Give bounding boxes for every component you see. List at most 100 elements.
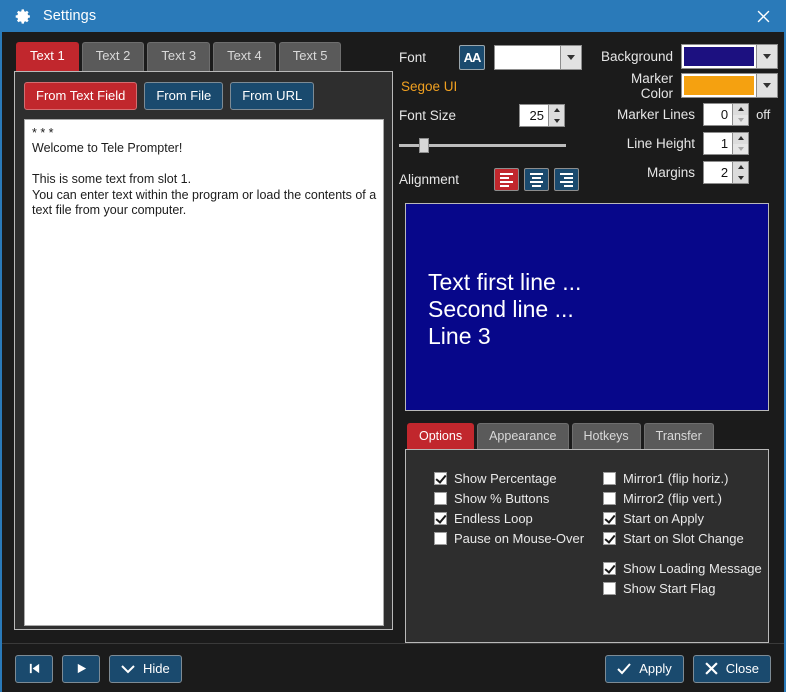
font-size-increment[interactable] xyxy=(549,105,564,116)
margins-increment[interactable] xyxy=(733,162,749,173)
close-button[interactable]: Close xyxy=(692,654,771,683)
checkbox-box xyxy=(603,511,616,525)
line-height-row: Line Height 1 xyxy=(601,129,778,158)
font-family-row: Font AA xyxy=(399,42,595,72)
checkbox-start-on-apply[interactable]: Start on Apply xyxy=(603,508,768,528)
font-size-row: Font Size 25 xyxy=(399,104,595,127)
slot-tab-text3[interactable]: Text 3 xyxy=(147,42,211,71)
play-icon xyxy=(77,664,86,674)
marker-lines-state: off xyxy=(756,107,771,122)
slot-tab-text1[interactable]: Text 1 xyxy=(16,42,79,71)
font-size-decrement[interactable] xyxy=(549,115,564,126)
align-left-icon[interactable] xyxy=(494,168,519,191)
line-height-decrement[interactable] xyxy=(733,143,749,154)
font-size-value: 25 xyxy=(520,105,548,126)
font-family-select[interactable] xyxy=(494,44,582,70)
tab-options[interactable]: Options xyxy=(407,423,475,450)
skip-to-start-button[interactable] xyxy=(15,654,53,683)
window-close-icon[interactable] xyxy=(740,0,786,32)
checkbox-start-on-slot-change[interactable]: Start on Slot Change xyxy=(603,528,768,548)
margins-decrement[interactable] xyxy=(733,172,749,183)
slot-tab-label: Text 1 xyxy=(30,48,65,63)
tab-transfer[interactable]: Transfer xyxy=(643,423,714,450)
line-height-stepper[interactable]: 1 xyxy=(703,132,750,155)
alignment-buttons xyxy=(494,168,579,191)
slider-thumb[interactable] xyxy=(419,138,429,153)
slot-tab-text4[interactable]: Text 4 xyxy=(213,42,276,71)
checkbox-show-percentage[interactable]: Show Percentage xyxy=(434,468,587,488)
apply-button-label: Apply xyxy=(639,661,672,677)
tab-appearance[interactable]: Appearance xyxy=(477,423,569,450)
checkbox-label: Show Loading Message xyxy=(623,560,762,576)
checkbox-show-loading-message[interactable]: Show Loading Message xyxy=(603,558,768,578)
checkbox-mirror1[interactable]: Mirror1 (flip horiz.) xyxy=(603,468,768,488)
line-height-value: 1 xyxy=(704,133,733,154)
checkbox-show-percent-buttons[interactable]: Show % Buttons xyxy=(434,488,587,508)
checkbox-box xyxy=(434,511,447,525)
line-height-increment[interactable] xyxy=(733,133,749,144)
background-color-picker[interactable] xyxy=(681,44,779,69)
font-family-value xyxy=(495,45,560,69)
checkbox-mirror2[interactable]: Mirror2 (flip vert.) xyxy=(603,488,768,508)
checkbox-label: Start on Apply xyxy=(623,510,704,526)
checkbox-box xyxy=(434,471,447,485)
line-height-stepper-buttons xyxy=(732,133,749,154)
chevron-down-icon xyxy=(756,74,778,97)
text-source-panel: From Text Field From File From URL * * *… xyxy=(14,70,393,630)
background-color-swatch xyxy=(682,45,757,68)
marker-color-swatch xyxy=(682,74,757,97)
checkbox-label: Mirror2 (flip vert.) xyxy=(623,490,722,506)
checkbox-show-start-flag[interactable]: Show Start Flag xyxy=(603,578,768,598)
play-button[interactable] xyxy=(62,654,100,683)
marker-lines-increment[interactable] xyxy=(733,104,749,115)
marker-color-picker[interactable] xyxy=(681,73,779,98)
font-size-stepper[interactable]: 25 xyxy=(519,104,565,127)
slot-tab-text5[interactable]: Text 5 xyxy=(278,42,342,71)
checkbox-box xyxy=(603,471,616,485)
from-url-button[interactable]: From URL xyxy=(230,81,315,110)
preview-area[interactable]: Text first line ... Second line ... Line… xyxy=(405,203,769,411)
tab-hotkeys[interactable]: Hotkeys xyxy=(571,423,641,450)
checkbox-box xyxy=(434,531,447,545)
marker-lines-row: Marker Lines 0 off xyxy=(601,100,778,129)
checkbox-box xyxy=(603,531,616,545)
slot-tab-label: Text 4 xyxy=(227,48,262,63)
slot-tabs: Text 1 Text 2 Text 3 Text 4 Text 5 xyxy=(14,42,393,71)
close-button-label: Close xyxy=(725,661,759,677)
settings-window: Settings Text 1 Text 2 Text 3 Text 4 Tex… xyxy=(0,0,786,692)
alignment-label: Alignment xyxy=(399,172,460,187)
slot-tab-text2[interactable]: Text 2 xyxy=(81,42,145,71)
chevron-down-icon xyxy=(121,665,135,674)
checkbox-label: Mirror1 (flip horiz.) xyxy=(623,470,729,486)
from-text-field-button[interactable]: From Text Field xyxy=(24,81,138,110)
marker-lines-value: 0 xyxy=(704,104,733,125)
checkbox-pause-on-mouse-over[interactable]: Pause on Mouse-Over xyxy=(434,528,587,548)
marker-lines-stepper[interactable]: 0 xyxy=(703,103,750,126)
checkbox-label: Endless Loop xyxy=(454,510,533,526)
font-aa-glyph: AA xyxy=(463,49,482,65)
options-column-gap xyxy=(603,548,768,558)
margins-stepper[interactable]: 2 xyxy=(703,161,750,184)
marker-lines-decrement[interactable] xyxy=(733,114,749,125)
background-label: Background xyxy=(601,49,674,64)
apply-button[interactable]: Apply xyxy=(605,654,684,683)
slot-tab-label: Text 3 xyxy=(161,48,197,63)
font-size-slider[interactable] xyxy=(399,137,566,153)
hide-button[interactable]: Hide xyxy=(109,654,182,683)
from-file-button[interactable]: From File xyxy=(144,81,224,110)
slot-tab-label: Text 5 xyxy=(292,48,328,63)
footer-bar: Hide Apply Close xyxy=(2,643,784,692)
skip-to-start-icon xyxy=(29,664,39,674)
text-content-input[interactable]: * * * Welcome to Tele Prompter! This is … xyxy=(24,118,384,626)
font-aa-icon[interactable]: AA xyxy=(459,44,485,70)
preview-text: Text first line ... Second line ... Line… xyxy=(428,269,582,349)
left-panel: Text 1 Text 2 Text 3 Text 4 Text 5 From … xyxy=(2,32,393,643)
color-and-numeric-controls: Background Marker Color Marker Lines 0 o… xyxy=(595,42,779,191)
title-bar: Settings xyxy=(0,0,786,32)
chevron-down-icon xyxy=(756,45,778,68)
align-right-icon[interactable] xyxy=(554,168,579,191)
align-center-icon[interactable] xyxy=(524,168,549,191)
margins-stepper-buttons xyxy=(732,162,749,183)
chevron-down-icon xyxy=(560,45,581,69)
checkbox-endless-loop[interactable]: Endless Loop xyxy=(434,508,587,528)
